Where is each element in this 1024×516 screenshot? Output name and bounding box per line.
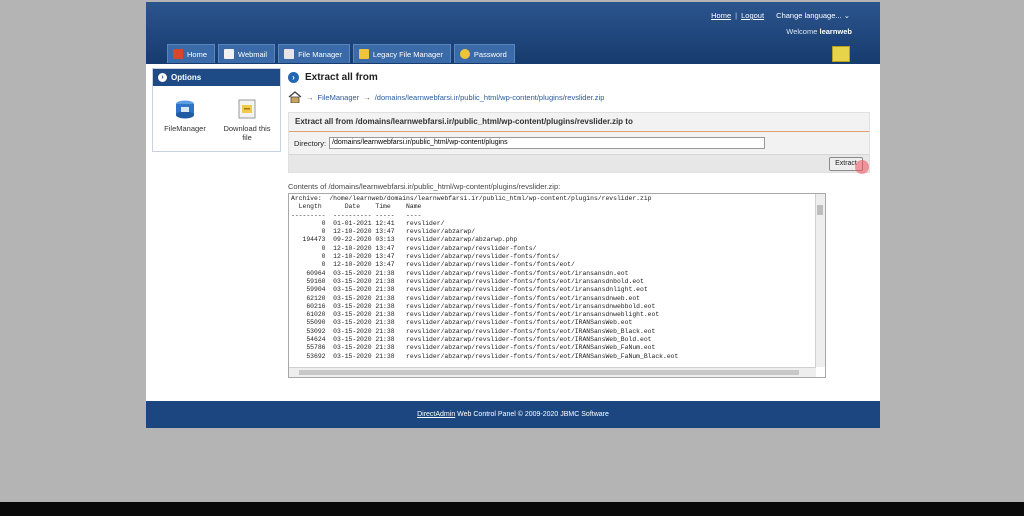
link-separator: | xyxy=(735,11,738,20)
footer: DirectAdmin Web Control Panel © 2009-202… xyxy=(146,401,880,428)
tab-legacy-file-manager[interactable]: Legacy File Manager xyxy=(352,44,451,63)
username: learnweb xyxy=(819,27,852,36)
archive-listing-text: Archive: /home/learnweb/domains/learnweb… xyxy=(291,195,679,360)
folder-icon xyxy=(358,49,369,59)
directory-input[interactable] xyxy=(329,137,766,149)
form-actions-bar: Extract xyxy=(289,154,869,174)
page-container: Home | Logout Change language... ⌄ Welcome… xyxy=(146,2,880,428)
breadcrumb-filemanager-link[interactable]: FileManager xyxy=(318,93,360,102)
tab-home[interactable]: Home xyxy=(167,44,216,63)
home-icon[interactable] xyxy=(288,91,302,103)
scrollbar-thumb[interactable] xyxy=(817,205,823,215)
main-content: › Extract all from → FileManager → /doma… xyxy=(288,68,873,378)
extract-form: Extract all from /domains/learnwebfarsi.… xyxy=(288,112,870,174)
extract-form-title: Extract all from /domains/learnwebfarsi.… xyxy=(289,113,869,132)
breadcrumb-path-link[interactable]: /domains/learnwebfarsi.ir/public_html/wp… xyxy=(375,93,605,102)
messages-button[interactable] xyxy=(832,46,850,62)
download-file-label: Download this file xyxy=(223,124,271,142)
change-language-dropdown[interactable]: Change language... ⌄ xyxy=(776,11,850,20)
arrow-right-icon: › xyxy=(288,71,299,83)
breadcrumb: → FileManager → /domains/learnwebfarsi.i… xyxy=(288,90,873,104)
breadcrumb-arrow: → xyxy=(363,92,371,102)
tab-webmail-label: Webmail xyxy=(238,49,268,59)
tab-webmail[interactable]: Webmail xyxy=(218,44,276,63)
options-header: › Options xyxy=(153,69,280,86)
page-title: › Extract all from xyxy=(288,68,873,86)
directadmin-link[interactable]: DirectAdmin xyxy=(417,411,455,418)
logout-link[interactable]: Logout xyxy=(741,11,764,20)
contents-label: Contents of /domains/learnwebfarsi.ir/pu… xyxy=(288,182,561,191)
header: Home | Logout Change language... ⌄ Welcome… xyxy=(146,2,880,64)
top-links: Home | Logout Change language... ⌄ xyxy=(711,11,850,20)
archive-listing[interactable]: Archive: /home/learnweb/domains/learnweb… xyxy=(288,193,826,378)
breadcrumb-arrow: → xyxy=(306,92,314,102)
filemanager-label: FileManager xyxy=(164,124,206,133)
bottom-strip xyxy=(0,502,1024,516)
tab-home-label: Home xyxy=(187,49,208,59)
key-icon xyxy=(459,49,470,59)
filemanager-icon xyxy=(176,100,194,119)
horizontal-scrollbar[interactable] xyxy=(289,367,816,377)
scrollbar-thumb[interactable] xyxy=(299,370,799,375)
mouse-cursor-highlight xyxy=(855,160,869,174)
tab-password-label: Password xyxy=(473,49,507,59)
options-panel: › Options FileManager Download this file xyxy=(152,68,281,152)
tab-file-manager[interactable]: File Manager xyxy=(278,44,350,63)
vertical-scrollbar[interactable] xyxy=(815,194,825,367)
directory-row: Directory: xyxy=(294,137,766,149)
tab-password[interactable]: Password xyxy=(453,44,515,63)
folder-icon xyxy=(284,49,295,59)
download-file-option[interactable]: Download this file xyxy=(219,99,275,142)
options-title: Options xyxy=(171,73,202,82)
welcome-prefix: Welcome xyxy=(786,27,818,36)
tab-file-manager-label: File Manager xyxy=(298,49,342,59)
main-nav: Home Webmail File Manager Legacy File Ma… xyxy=(167,44,515,63)
footer-text: Web Control Panel © 2009-2020 JBMC Softw… xyxy=(455,411,609,418)
filemanager-option[interactable]: FileManager xyxy=(157,99,213,133)
welcome-text: Welcome learnweb xyxy=(786,27,852,36)
home-link[interactable]: Home xyxy=(711,11,731,20)
directory-label: Directory: xyxy=(294,138,327,148)
arrow-circle-icon: › xyxy=(158,73,167,82)
page-title-text: Extract all from xyxy=(305,71,378,83)
mail-icon xyxy=(224,49,235,59)
download-file-icon xyxy=(238,99,256,119)
home-icon xyxy=(173,49,183,59)
tab-legacy-file-manager-label: Legacy File Manager xyxy=(372,49,443,59)
